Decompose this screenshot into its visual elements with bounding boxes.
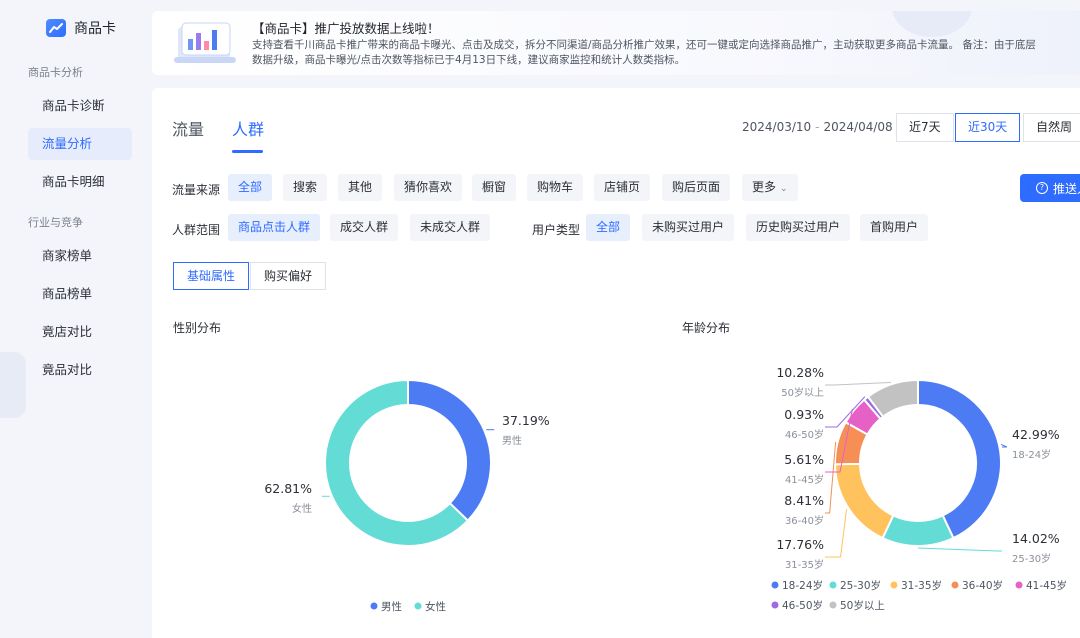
leader-line — [825, 441, 837, 514]
legend-label: 46-50岁 — [782, 599, 823, 612]
sidebar-item-product-rank[interactable]: 商品榜单 — [28, 278, 132, 310]
legend-label: 31-35岁 — [901, 579, 942, 592]
category-label: 女性 — [292, 502, 312, 515]
category-label: 25-30岁 — [1012, 552, 1051, 565]
legend-label: 25-30岁 — [840, 579, 881, 592]
sidebar-item-diagnosis[interactable]: 商品卡诊断 — [28, 90, 132, 122]
category-label: 18-24岁 — [1012, 448, 1051, 461]
leader-line — [1000, 443, 1008, 448]
range-30-days[interactable]: 近30天 — [955, 113, 1021, 142]
legend-label: 50岁以上 — [840, 599, 885, 612]
legend-label: 41-45岁 — [1026, 579, 1067, 592]
sidebar-item-merchant-rank[interactable]: 商家榜单 — [28, 240, 132, 272]
legend-marker — [829, 581, 837, 589]
data-label: 17.76% — [776, 537, 824, 552]
sidebar-item-product-compare[interactable]: 竟品对比 — [28, 354, 132, 386]
chart-trend-icon — [46, 19, 66, 37]
legend-marker — [951, 581, 959, 589]
side-decoration — [0, 352, 26, 418]
legend-label: 男性 — [381, 600, 402, 613]
legend-marker — [414, 602, 422, 610]
banner-title: 【商品卡】推广投放数据上线啦！ — [252, 21, 440, 36]
legend-marker — [771, 581, 779, 589]
data-label: 14.02% — [1012, 531, 1060, 546]
pie-slice — [833, 462, 895, 540]
pie-slice — [881, 514, 955, 547]
category-label: 46-50岁 — [785, 428, 824, 441]
pie-slice — [917, 378, 1002, 540]
legend-marker — [890, 581, 898, 589]
legend-marker — [1015, 581, 1023, 589]
charts-canvas: 37.19%男性62.81%女性男性 女性42.99%18-24岁14.02%25… — [264, 365, 1067, 613]
brand[interactable]: 商品卡 — [46, 16, 116, 40]
announcement-banner: 【商品卡】推广投放数据上线啦！ 支持查看千川商品卡推广带来的商品卡曝光、点击及成… — [152, 11, 1080, 75]
main-panel: 流量 人群 2024/03/10-2024/04/08 近7天 近30天 自然周… — [152, 88, 1080, 638]
dashboard-illustration-icon — [174, 22, 236, 63]
category-label: 41-45岁 — [785, 473, 824, 486]
data-label: 5.61% — [784, 452, 824, 467]
banner-decoration — [892, 11, 972, 37]
subtab-basic-attributes[interactable]: 基础属性 — [173, 262, 250, 290]
data-label: 8.41% — [784, 493, 824, 508]
sidebar-item-details[interactable]: 商品卡明细 — [28, 166, 132, 198]
leader-line — [825, 508, 848, 558]
category-label: 36-40岁 — [785, 514, 824, 527]
sidebar: 商品卡 商品卡分析 商品卡诊断 流量分析 商品卡明细 行业与竞争 商家榜单 商品… — [0, 0, 152, 638]
legend-marker — [829, 601, 837, 609]
category-label: 31-35岁 — [785, 558, 824, 571]
data-label: 62.81% — [264, 481, 312, 496]
category-label: 男性 — [502, 434, 522, 447]
nav-group-label: 行业与竞争 — [28, 216, 83, 229]
leader-line — [825, 381, 892, 386]
category-label: 50岁以上 — [781, 386, 824, 399]
data-label: 42.99% — [1012, 427, 1060, 442]
sidebar-item-traffic-analysis[interactable]: 流量分析 — [28, 128, 132, 160]
nav-group-label: 商品卡分析 — [28, 66, 83, 79]
brand-name: 商品卡 — [74, 21, 116, 37]
data-label: 37.19% — [502, 413, 550, 428]
legend-label: 女性 — [425, 600, 446, 613]
leader-line — [917, 547, 1002, 552]
legend-marker — [771, 601, 779, 609]
banner-text: 支持查看千川商品卡推广带来的商品卡曝光、点击及成交，拆分不同渠道/商品分析推广效… — [252, 39, 1036, 66]
pie-slice — [407, 378, 492, 522]
data-label: 0.93% — [784, 407, 824, 422]
legend-label: 36-40岁 — [962, 579, 1003, 592]
data-label: 10.28% — [776, 365, 824, 380]
legend-marker — [370, 602, 378, 610]
legend-label: 18-24岁 — [782, 579, 823, 592]
sidebar-item-shop-compare[interactable]: 竟店对比 — [28, 316, 132, 348]
